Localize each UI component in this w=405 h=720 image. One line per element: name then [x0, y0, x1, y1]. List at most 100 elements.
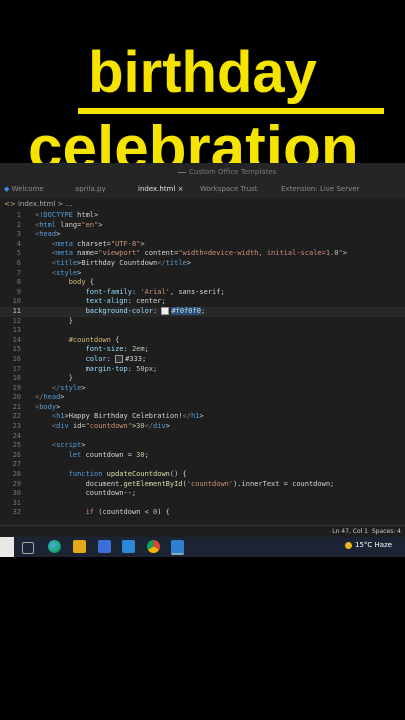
code-line[interactable]: 31 [0, 499, 405, 509]
code-line[interactable]: 4 <meta charset="UTF-8"> [0, 240, 405, 250]
code-line[interactable]: 32 if (countdown < 0) { [0, 508, 405, 518]
indentation[interactable]: Spaces: 4 [372, 528, 401, 535]
code-line[interactable]: 27 [0, 460, 405, 470]
code-text[interactable]: body { [35, 278, 94, 288]
code-text[interactable]: <title>Birthday Countdown</title> [35, 259, 191, 269]
line-number: 23 [12, 422, 21, 431]
code-text[interactable]: </head> [35, 393, 65, 403]
code-line[interactable]: 5 <meta name="viewport" content="width=d… [0, 249, 405, 259]
code-line[interactable]: 8 body { [0, 278, 405, 288]
code-line[interactable]: 28 function updateCountdown() { [0, 470, 405, 480]
code-text[interactable]: color: #333; [35, 354, 146, 365]
code-line[interactable]: 14 #countdown { [0, 336, 405, 346]
code-text[interactable]: countdown--; [35, 489, 137, 499]
code-line[interactable]: 2 <html lang="en"> [0, 221, 405, 231]
line-number: 30 [12, 489, 21, 498]
code-text[interactable]: <body> [35, 403, 60, 413]
tab-aprila-py[interactable]: aprila.py [75, 185, 106, 193]
code-text[interactable]: font-size: 2em; [35, 345, 149, 355]
line-number: 12 [12, 316, 21, 325]
code-line[interactable]: 23 <div id="countdown">30</div> [0, 422, 405, 432]
code-text[interactable]: <head> [35, 230, 60, 240]
code-line[interactable]: 20 </head> [0, 393, 405, 403]
line-number: 14 [12, 335, 21, 344]
code-text[interactable]: let countdown = 30; [35, 451, 149, 461]
code-text[interactable]: <h1>Happy Birthday Celebration!</h1> [35, 412, 204, 422]
task-view-icon[interactable] [22, 542, 34, 554]
line-number: 19 [12, 383, 21, 392]
code-text[interactable]: background-color: #f0f0f0; [35, 306, 205, 317]
code-line[interactable]: 16 color: #333; [0, 354, 405, 365]
cursor-position[interactable]: Ln 47, Col 1 [332, 528, 368, 535]
line-number: 18 [12, 374, 21, 383]
breadcrumb-file[interactable]: index.html [18, 200, 55, 208]
code-line[interactable]: 29 document.getElementById('countdown').… [0, 480, 405, 490]
code-line[interactable]: 22 <h1>Happy Birthday Celebration!</h1> [0, 412, 405, 422]
line-number: 29 [12, 479, 21, 488]
editor-tabs: ◆ Welcome aprila.py index.html × Workspa… [0, 183, 405, 199]
code-line[interactable]: 10 text-align: center; [0, 297, 405, 307]
code-text[interactable]: } [35, 374, 73, 384]
breadcrumb-rest: > ... [55, 200, 73, 208]
code-text[interactable]: function updateCountdown() { [35, 470, 187, 480]
code-line[interactable]: 11 background-color: #f0f0f0; [0, 306, 405, 317]
code-text[interactable]: document.getElementById('countdown').inn… [35, 480, 335, 490]
code-text[interactable]: <style> [35, 269, 82, 279]
code-text[interactable]: <!DOCTYPE html> [35, 211, 98, 221]
code-text[interactable]: <html lang="en"> [35, 221, 102, 231]
color-swatch[interactable] [161, 306, 170, 315]
code-line[interactable]: 25 <script> [0, 441, 405, 451]
code-text[interactable]: } [35, 317, 73, 327]
code-text[interactable]: font-family: 'Arial', sans-serif; [35, 288, 225, 298]
code-text[interactable]: if (countdown < 0) { [35, 508, 170, 518]
start-button[interactable] [0, 537, 14, 557]
line-number: 22 [12, 412, 21, 421]
code-text[interactable]: </style> [35, 384, 86, 394]
code-line[interactable]: 15 font-size: 2em; [0, 345, 405, 355]
code-text[interactable]: #countdown { [35, 336, 120, 346]
code-line[interactable]: 9 font-family: 'Arial', sans-serif; [0, 288, 405, 298]
line-number: 9 [16, 287, 21, 296]
code-editor[interactable]: 1 <!DOCTYPE html> 2 <html lang="en"> 3 <head>… [0, 211, 405, 518]
code-line[interactable]: 19 </style> [0, 384, 405, 394]
close-icon[interactable]: × [178, 185, 184, 193]
line-number: 15 [12, 345, 21, 354]
code-line[interactable]: 30 countdown--; [0, 489, 405, 499]
vscode-taskbar-icon[interactable] [171, 540, 184, 555]
tab-extension-live-server[interactable]: Extension: Live Server [281, 185, 359, 193]
code-line[interactable]: 6 <title>Birthday Countdown</title> [0, 259, 405, 269]
code-text[interactable]: text-align: center; [35, 297, 166, 307]
code-text[interactable]: <meta charset="UTF-8"> [35, 240, 145, 250]
tab-workspace-trust[interactable]: Workspace Trust [200, 185, 257, 193]
code-line[interactable]: 3 <head> [0, 230, 405, 240]
file-explorer-icon[interactable] [73, 540, 86, 553]
chrome-icon[interactable] [147, 540, 160, 553]
line-number: 20 [12, 393, 21, 402]
code-line[interactable]: 7 <style> [0, 269, 405, 279]
line-number: 16 [12, 354, 21, 363]
vscode-window: Custom Office Templates ◆ Welcome aprila… [0, 163, 405, 537]
code-text[interactable]: <div id="countdown">30</div> [35, 422, 170, 432]
code-line[interactable]: 21 <body> [0, 403, 405, 413]
color-swatch[interactable] [115, 354, 124, 363]
line-number: 10 [12, 297, 21, 306]
tab-index-html[interactable]: index.html × [138, 185, 183, 193]
weather-widget[interactable]: 15°C Haze [345, 541, 392, 549]
code-line[interactable]: 24 [0, 432, 405, 442]
code-line[interactable]: 18 } [0, 374, 405, 384]
store-icon[interactable] [98, 540, 111, 553]
code-text[interactable]: <meta name="viewport" content="width=dev… [35, 249, 347, 259]
tab-welcome[interactable]: ◆ Welcome [4, 185, 44, 193]
code-line[interactable]: 17 margin-top: 50px; [0, 365, 405, 375]
line-number: 3 [16, 230, 21, 239]
status-right: Ln 47, Col 1 Spaces: 4 [332, 528, 401, 535]
code-text[interactable]: <script> [35, 441, 86, 451]
edge-browser-icon[interactable] [48, 540, 61, 553]
taskbar: 15°C Haze [0, 537, 405, 557]
code-line[interactable]: 1 <!DOCTYPE html> [0, 211, 405, 221]
code-line[interactable]: 26 let countdown = 30; [0, 451, 405, 461]
code-text[interactable]: margin-top: 50px; [35, 365, 158, 375]
mail-icon[interactable] [122, 540, 135, 553]
code-line[interactable]: 12 } [0, 317, 405, 327]
code-line[interactable]: 13 [0, 326, 405, 336]
